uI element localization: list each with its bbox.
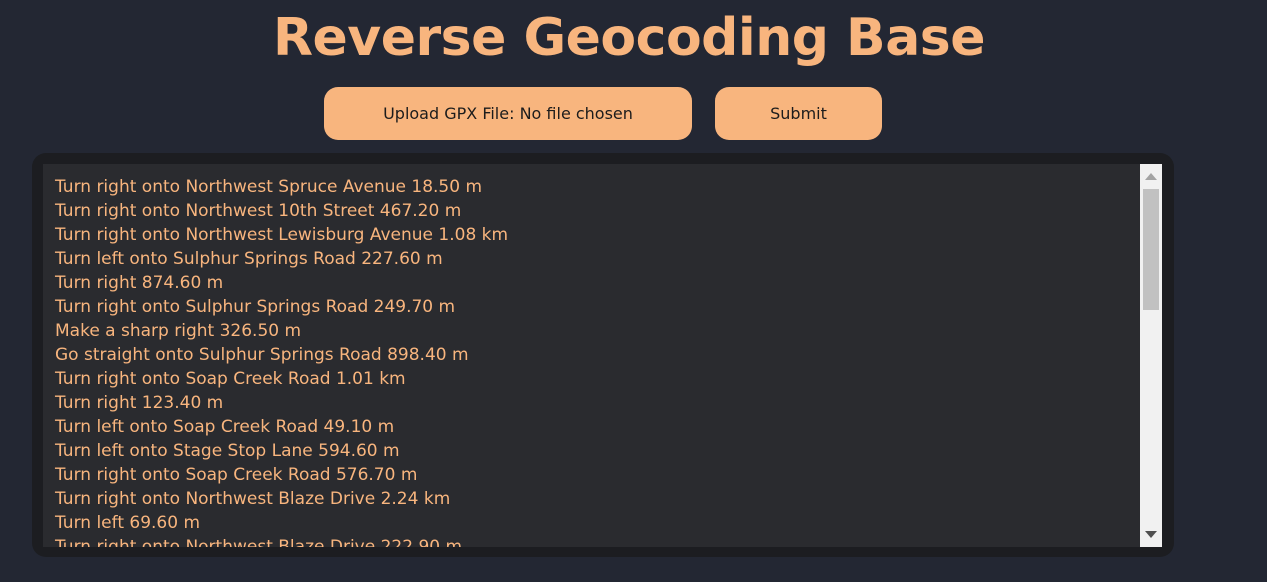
arrow-up-icon[interactable] — [1145, 173, 1157, 180]
directions-output[interactable]: Turn right onto Northwest Spruce Avenue … — [43, 164, 1140, 547]
direction-line: Turn right onto Northwest 10th Street 46… — [55, 201, 462, 221]
direction-line: Make a sharp right 326.50 m — [55, 321, 302, 341]
direction-line: Turn left onto Stage Stop Lane 594.60 m — [55, 441, 400, 461]
direction-line: Turn right 123.40 m — [55, 393, 224, 413]
direction-line: Turn right onto Sulphur Springs Road 249… — [55, 297, 456, 317]
direction-line: Turn right onto Northwest Spruce Avenue … — [55, 177, 483, 197]
direction-line: Turn right onto Soap Creek Road 1.01 km — [55, 369, 406, 389]
arrow-down-icon[interactable] — [1145, 531, 1157, 538]
direction-line: Turn right 874.60 m — [55, 273, 224, 293]
submit-button[interactable]: Submit — [715, 87, 882, 140]
upload-gpx-button[interactable]: Upload GPX File: No file chosen — [324, 87, 692, 140]
page-title: Reverse Geocoding Base — [273, 8, 986, 68]
direction-line: Turn left onto Soap Creek Road 49.10 m — [55, 417, 395, 437]
direction-line: Go straight onto Sulphur Springs Road 89… — [55, 345, 469, 365]
vertical-scrollbar[interactable] — [1140, 164, 1162, 547]
output-panel: Turn right onto Northwest Spruce Avenue … — [32, 153, 1174, 557]
direction-line: Turn left 69.60 m — [55, 513, 201, 533]
direction-line: Turn right onto Northwest Blaze Drive 22… — [55, 537, 463, 547]
direction-line: Turn right onto Soap Creek Road 576.70 m — [55, 465, 418, 485]
direction-line: Turn left onto Sulphur Springs Road 227.… — [55, 249, 443, 269]
scrollbar-thumb[interactable] — [1143, 189, 1159, 310]
direction-line: Turn right onto Northwest Lewisburg Aven… — [55, 225, 509, 245]
direction-line: Turn right onto Northwest Blaze Drive 2.… — [55, 489, 451, 509]
